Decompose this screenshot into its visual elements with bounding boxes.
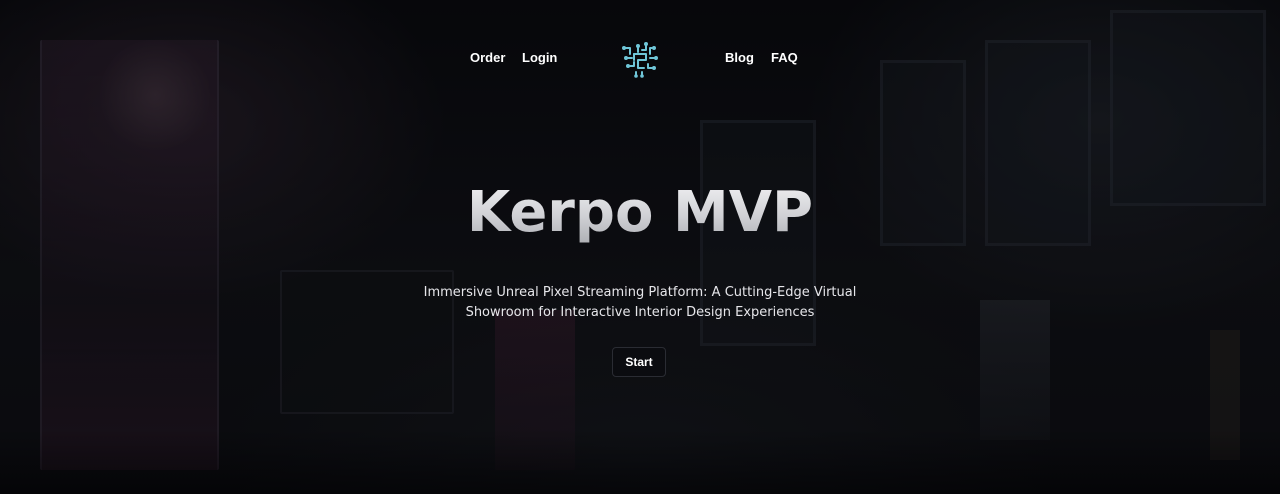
- page-title: Kerpo MVP: [0, 178, 1280, 248]
- nav-link-order[interactable]: Order: [470, 50, 505, 66]
- circuit-logo-icon[interactable]: [616, 38, 664, 80]
- start-button[interactable]: Start: [612, 347, 666, 377]
- hero-subtitle-line-2: Showroom for Interactive Interior Design…: [465, 305, 815, 320]
- nav-link-blog[interactable]: Blog: [725, 50, 754, 66]
- hero-subtitle: Immersive Unreal Pixel Streaming Platfor…: [390, 283, 890, 323]
- top-navigation: Order Login Blog FAQ: [0, 0, 1280, 120]
- nav-link-login[interactable]: Login: [522, 50, 557, 66]
- hero-subtitle-line-1: Immersive Unreal Pixel Streaming Platfor…: [423, 285, 857, 300]
- nav-link-faq[interactable]: FAQ: [771, 50, 798, 66]
